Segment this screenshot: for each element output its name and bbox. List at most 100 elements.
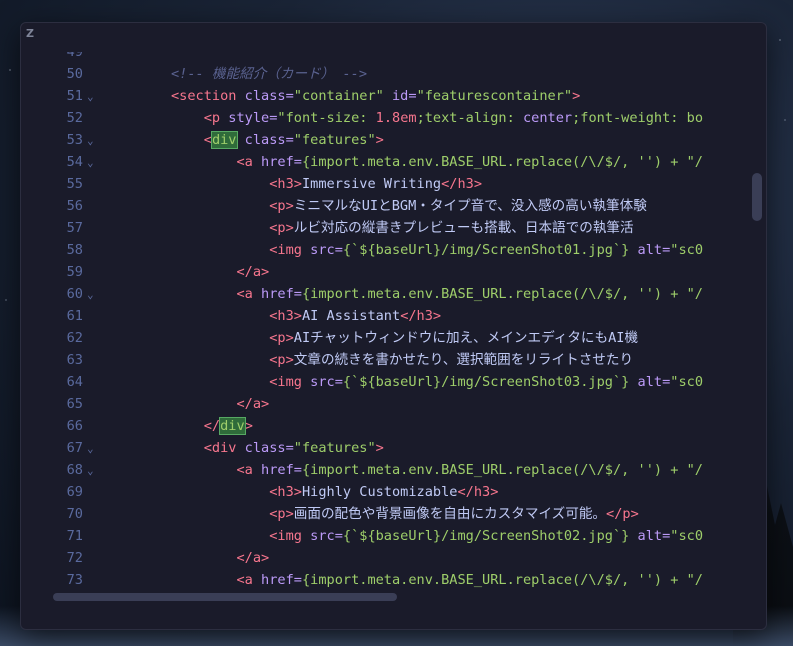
code-token: <img xyxy=(269,374,302,390)
code-token: 文章の続きを書かせたり、選択範囲をリライトさせたり xyxy=(293,352,634,368)
code-text: <a href={import.meta.env.BASE_URL.replac… xyxy=(171,459,703,481)
code-line[interactable]: 61 <h3>AI Assistant</h3> xyxy=(21,305,721,327)
code-token: src= xyxy=(301,242,343,258)
code-line[interactable]: 51 ⌄ <section class="container" id="featur… xyxy=(21,85,721,107)
code-token: {import.meta.env.BASE_URL.replace(/\/$/,… xyxy=(301,154,703,170)
code-line[interactable]: 66 </div> xyxy=(21,415,721,437)
code-token: div xyxy=(219,417,246,435)
fold-chevron-icon[interactable]: ⌄ xyxy=(87,86,94,108)
code-line[interactable]: 59 </a> xyxy=(21,261,721,283)
code-token: src= xyxy=(301,528,343,544)
line-number: 53 xyxy=(66,132,83,148)
code-token: <a xyxy=(236,286,253,302)
code-token: class= xyxy=(236,132,294,148)
code-text: <section class="container" id="featuresc… xyxy=(171,85,580,107)
code-line[interactable]: 55 <h3>Immersive Writing</h3> xyxy=(21,173,721,195)
fold-chevron-icon[interactable]: ⌄ xyxy=(87,284,94,306)
code-line[interactable]: 64 <img src={`${baseUrl}/img/ScreenShot0… xyxy=(21,371,721,393)
code-line[interactable]: 69 <h3>Highly Customizable</h3> xyxy=(21,481,721,503)
fold-chevron-icon[interactable]: ⌄ xyxy=(87,460,94,482)
code-token: {`${baseUrl}/img/ScreenShot01.jpg`} xyxy=(342,242,630,258)
code-token: div xyxy=(210,131,238,149)
fold-chevron-icon[interactable]: ⌄ xyxy=(87,438,94,460)
horizontal-scrollbar[interactable] xyxy=(53,593,397,601)
code-text: <p>ミニマルなUIとBGM・タイプ音で、没入感の高い執筆体験 xyxy=(171,195,647,217)
code-line[interactable]: 72 </a> xyxy=(21,547,721,569)
code-line[interactable]: 54 ⌄ <a href={import.meta.env.BASE_URL.re… xyxy=(21,151,721,173)
code-line[interactable]: 58 <img src={`${baseUrl}/img/ScreenShot0… xyxy=(21,239,721,261)
code-token: id= xyxy=(383,88,417,104)
code-text: <div class="features"> xyxy=(171,437,384,459)
code-token: class= xyxy=(236,440,294,456)
code-text: <p>文章の続きを書かせたり、選択範囲をリライトさせたり xyxy=(171,349,633,371)
code-line[interactable]: 67 ⌄ <div class="features"> xyxy=(21,437,721,459)
code-text: </a> xyxy=(171,393,269,415)
code-token: "sc0 xyxy=(670,242,704,258)
code-token: > xyxy=(375,132,384,148)
code-token: {import.meta.env.BASE_URL.replace(/\/$/,… xyxy=(301,572,703,588)
code-line[interactable]: 49 xyxy=(21,52,721,63)
code-token: "font-size: xyxy=(277,110,376,126)
zed-logo-icon[interactable]: Z xyxy=(26,27,40,41)
code-token: "container" xyxy=(293,88,384,104)
code-line[interactable]: 68 ⌄ <a href={import.meta.env.BASE_URL.re… xyxy=(21,459,721,481)
code-line[interactable]: 73 <a href={import.meta.env.BASE_URL.rep… xyxy=(21,569,721,591)
code-line[interactable]: 65 </a> xyxy=(21,393,721,415)
line-number: 67 xyxy=(66,440,83,456)
code-token: </p> xyxy=(606,506,639,522)
code-line[interactable]: 71 <img src={`${baseUrl}/img/ScreenShot0… xyxy=(21,525,721,547)
code-token: center xyxy=(522,110,573,126)
line-number: 70 xyxy=(66,506,83,522)
code-token: 画面の配色や背景画像を自由にカスタマイズ可能。 xyxy=(293,506,607,522)
code-text: <img src={`${baseUrl}/img/ScreenShot03.j… xyxy=(171,371,703,393)
code-token: Highly Customizable xyxy=(301,484,458,500)
code-line[interactable]: 70 <p>画面の配色や背景画像を自由にカスタマイズ可能。</p> xyxy=(21,503,721,525)
code-token: </h3> xyxy=(441,176,483,192)
code-line[interactable]: 56 <p>ミニマルなUIとBGM・タイプ音で、没入感の高い執筆体験 xyxy=(21,195,721,217)
code-token: ミニマルなUIとBGM・タイプ音で、没入感の高い執筆体験 xyxy=(293,198,647,214)
code-token: ;font-weight: bo xyxy=(572,110,704,126)
vertical-scrollbar[interactable] xyxy=(752,173,762,221)
code-token: alt= xyxy=(629,528,671,544)
editor-window: Z 49 50 <!-- 機能紹介（カード） --> 51 ⌄ <section clas… xyxy=(20,22,767,630)
code-token: <p> xyxy=(269,220,294,236)
fold-chevron-icon[interactable]: ⌄ xyxy=(87,152,94,174)
code-line[interactable]: 52 <p style="font-size: 1.8em;text-align… xyxy=(21,107,721,129)
fold-chevron-icon[interactable]: ⌄ xyxy=(87,130,94,152)
code-text: <p>画面の配色や背景画像を自由にカスタマイズ可能。</p> xyxy=(171,503,639,525)
code-text: <p>AIチャットウィンドウに加え、メインエディタにもAI機 xyxy=(171,327,638,349)
code-line[interactable]: 63 <p>文章の続きを書かせたり、選択範囲をリライトさせたり xyxy=(21,349,721,371)
line-number: 61 xyxy=(66,308,83,324)
code-text: </div> xyxy=(171,415,253,437)
code-line[interactable]: 62 <p>AIチャットウィンドウに加え、メインエディタにもAI機 xyxy=(21,327,721,349)
line-number: 62 xyxy=(66,330,83,346)
line-number: 50 xyxy=(66,66,83,82)
code-line[interactable]: 57 <p>ルビ対応の縦書きプレビューも搭載、日本語での執筆活 xyxy=(21,217,721,239)
code-editor[interactable]: 49 50 <!-- 機能紹介（カード） --> 51 ⌄ <section class=… xyxy=(21,52,721,618)
code-token: <section xyxy=(171,88,237,104)
code-token: <p> xyxy=(269,506,294,522)
code-token: Immersive Writing xyxy=(301,176,442,192)
code-token: href= xyxy=(252,286,302,302)
code-token: "sc0 xyxy=(670,374,704,390)
code-token: alt= xyxy=(629,242,671,258)
code-token: style= xyxy=(220,110,278,126)
code-token: </ xyxy=(203,418,221,434)
code-text: <a href={import.meta.env.BASE_URL.replac… xyxy=(171,283,703,305)
code-token: 1.8em xyxy=(375,110,417,126)
line-number: 64 xyxy=(66,374,83,390)
line-number: 58 xyxy=(66,242,83,258)
code-token: <!-- 機能紹介（カード） --> xyxy=(171,66,368,82)
code-line[interactable]: 50 <!-- 機能紹介（カード） --> xyxy=(21,63,721,85)
code-line[interactable]: 60 ⌄ <a href={import.meta.env.BASE_URL.re… xyxy=(21,283,721,305)
code-line[interactable]: 53 ⌄ <div class="features"> xyxy=(21,129,721,151)
